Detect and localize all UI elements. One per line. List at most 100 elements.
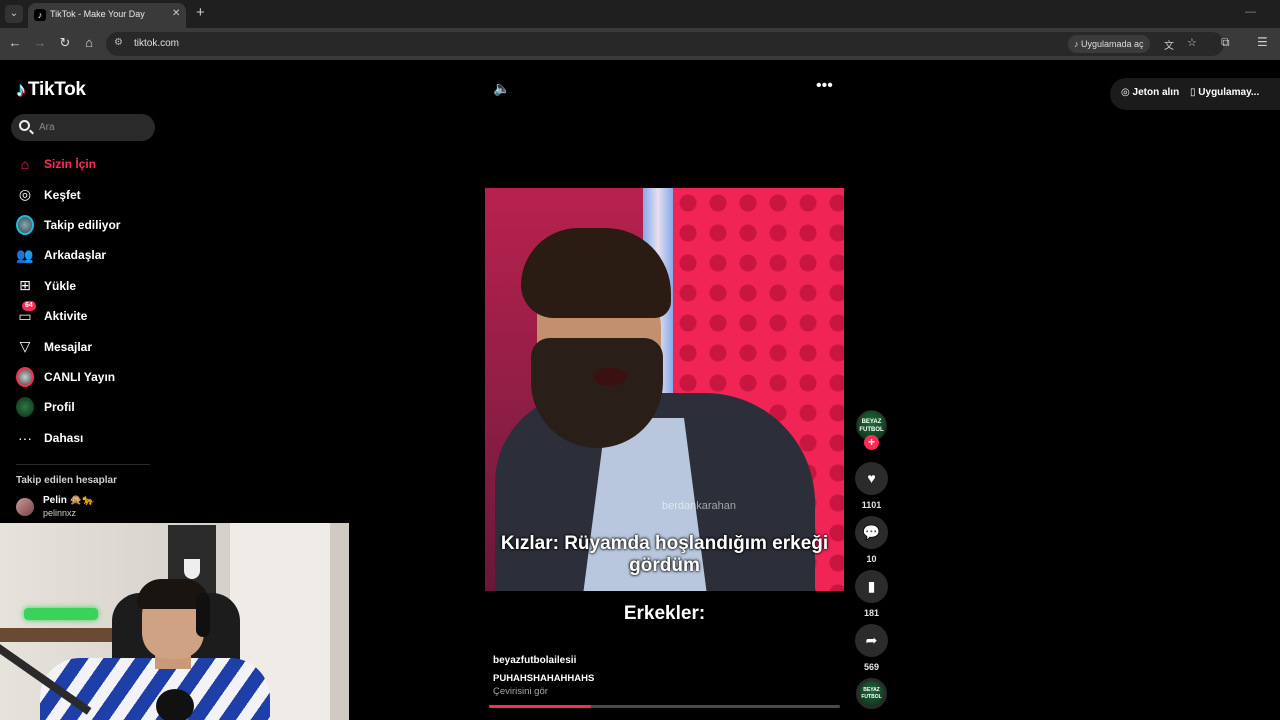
video-person-mouth [593, 368, 627, 386]
video-watermark: berdankarahan [662, 500, 737, 512]
video-progress-bar[interactable] [489, 705, 840, 708]
sidebar-item-label: Yükle [44, 278, 77, 293]
activity-badge: 64 [22, 301, 36, 312]
share-arrow-icon: ➦ [865, 632, 878, 648]
sidebar-item-messages[interactable]: ▽ Mesajlar [0, 331, 200, 361]
search-input[interactable]: Ara [11, 114, 155, 141]
search-icon [19, 120, 30, 131]
webcam-headset [196, 593, 210, 637]
video-player[interactable]: berdankarahan Kızlar: Rüyamda hoşlandığı… [485, 188, 844, 591]
back-arrow-icon[interactable]: ← [7, 35, 23, 51]
follow-plus-icon[interactable]: + [864, 435, 879, 450]
volume-icon[interactable]: 🔈 [493, 80, 510, 97]
upload-icon: ⊞ [19, 277, 31, 294]
get-app-button[interactable]: ▯ Uygulamay... [1190, 87, 1259, 98]
share-count: 569 [863, 662, 880, 672]
sidebar-nav: ⌂ Sizin İçin ◎ Keşfet Takip ediliyor 👥 A… [0, 149, 200, 453]
followed-user-name: Pelin 🙊🐆 [43, 495, 95, 506]
creator-avatar-text: BEYAZ FUTBOL [859, 419, 884, 433]
tiktok-favicon-icon: ♪ [34, 9, 46, 21]
heart-icon: ♥ [867, 470, 876, 486]
new-tab-plus-icon[interactable]: + [196, 4, 205, 22]
url-text[interactable]: tiktok.com [134, 38, 179, 49]
site-info-icon[interactable]: ⚙ [114, 37, 123, 48]
activity-icon: ▭ 64 [16, 301, 36, 325]
comment-bubble-icon: 💬 [862, 524, 881, 540]
sidebar-item-following[interactable]: Takip ediliyor [0, 210, 200, 240]
save-button[interactable]: ▮ [855, 570, 888, 603]
share-button[interactable]: ➦ [855, 624, 888, 657]
tab-close-icon[interactable]: ✕ [172, 8, 180, 19]
compass-icon: ◎ [18, 186, 32, 203]
music-disc-icon[interactable]: BEYAZ FUTBOL [856, 678, 887, 709]
sidebar-item-label: Dahası [44, 430, 84, 445]
sidebar-item-label: Keşfet [44, 187, 81, 202]
send-icon: ▽ [19, 338, 31, 355]
followed-user-handle: pelinnxz [43, 508, 77, 518]
followed-accounts-title: Takip edilen hesaplar [16, 475, 117, 486]
search-placeholder: Ara [39, 122, 55, 133]
save-count: 181 [863, 608, 880, 618]
sidebar-item-label: Sizin İçin [44, 157, 97, 172]
sidebar-item-upload[interactable]: ⊞ Yükle [0, 271, 200, 301]
browser-tab[interactable]: ♪ TikTok - Make Your Day ✕ [28, 3, 186, 28]
avatar [16, 498, 34, 516]
tab-title: TikTok - Make Your Day [50, 9, 145, 19]
address-bar[interactable]: ⚙ tiktok.com ♪ Uygulamada aç 文 ☆ [106, 32, 1224, 56]
see-translation-link[interactable]: Çevirisini gör [493, 686, 548, 697]
browser-menu-icon[interactable]: ☰ [1257, 35, 1268, 49]
sidebar-divider [16, 464, 150, 465]
tab-search-chevron-icon[interactable]: ⌄ [5, 5, 23, 23]
more-dots-icon: ··· [18, 429, 32, 446]
followed-user-item[interactable]: Pelin 🙊🐆 pelinnxz [16, 494, 95, 520]
sidebar-item-label: CANLI Yayın [44, 369, 116, 384]
home-icon: ⌂ [20, 156, 30, 173]
window-minimize-icon[interactable]: — [1245, 6, 1256, 18]
sidebar-item-label: Aktivite [44, 309, 88, 324]
video-under-caption: Erkekler: [623, 603, 706, 624]
home-button-icon[interactable]: ⌂ [81, 35, 97, 51]
bookmark-star-icon[interactable]: ☆ [1187, 36, 1197, 49]
get-coins-button[interactable]: ◎ Jeton alın [1121, 87, 1179, 98]
extensions-puzzle-icon[interactable]: ⧉ [1221, 35, 1230, 50]
profile-avatar-icon [16, 397, 34, 418]
live-avatar-icon [16, 366, 34, 387]
webcam-flag-emblem [184, 559, 200, 579]
video-caption: Kızlar: Rüyamda hoşlandığım erkeği gördü… [500, 533, 829, 576]
sidebar-item-activity[interactable]: ▭ 64 Aktivite [0, 301, 200, 331]
like-button[interactable]: ♥ [855, 462, 888, 495]
sidebar-item-for-you[interactable]: ⌂ Sizin İçin [0, 149, 200, 179]
translate-icon[interactable]: 文 [1164, 37, 1174, 52]
video-progress-fill [489, 705, 591, 708]
like-count: 1101 [861, 500, 882, 510]
logo-text: TikTok [28, 79, 86, 100]
sidebar-item-label: Mesajlar [44, 339, 93, 354]
friends-icon: 👥 [16, 246, 34, 263]
sidebar-item-profile[interactable]: Profil [0, 392, 200, 422]
get-app-label: Uygulamay... [1198, 87, 1260, 98]
forward-arrow-icon[interactable]: → [32, 35, 48, 51]
webcam-shelf [0, 628, 120, 642]
top-right-actions: ◎ Jeton alın ▯ Uygulamay... [1110, 78, 1280, 110]
sidebar-item-label: Arkadaşlar [44, 248, 107, 263]
tiktok-logo[interactable]: ♪ TikTok [16, 78, 86, 102]
browser-tab-bar: ⌄ ♪ TikTok - Make Your Day ✕ + — [0, 0, 1280, 28]
comment-button[interactable]: 💬 [855, 516, 888, 549]
open-in-app-label: Uygulamada aç [1081, 39, 1144, 49]
browser-toolbar: ← → ↻ ⌂ ⚙ tiktok.com ♪ Uygulamada aç 文 ☆ [0, 28, 1280, 60]
sidebar-item-more[interactable]: ··· Dahası [0, 423, 200, 453]
open-in-app-chip[interactable]: ♪ Uygulamada aç [1068, 35, 1150, 53]
sidebar-item-friends[interactable]: 👥 Arkadaşlar [0, 240, 200, 270]
webcam-led-sign [24, 608, 98, 620]
tiktok-note-icon: ♪ [16, 78, 26, 101]
webcam-overlay [0, 523, 349, 720]
reload-icon[interactable]: ↻ [57, 35, 73, 51]
post-author[interactable]: beyazfutbolailesii [493, 655, 576, 666]
sidebar-item-live[interactable]: CANLI Yayın [0, 362, 200, 392]
sidebar-item-explore[interactable]: ◎ Keşfet [0, 179, 200, 209]
comment-count: 10 [866, 554, 877, 564]
webcam-microphone [156, 689, 194, 720]
sidebar-item-label: Profil [44, 400, 75, 415]
following-avatar-icon [16, 214, 34, 235]
more-options-icon[interactable]: ••• [816, 77, 833, 95]
